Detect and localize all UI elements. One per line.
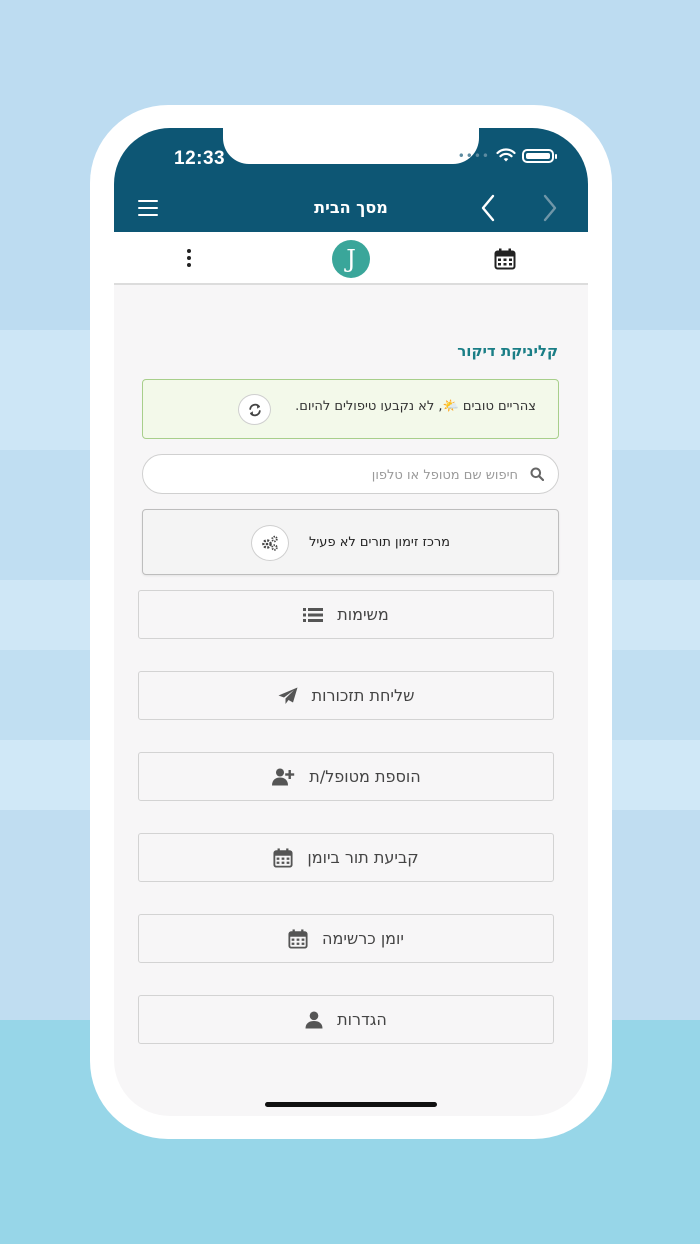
booking-center-label: מרכז זימון תורים לא פעיל — [309, 535, 450, 550]
more-options-icon[interactable] — [187, 249, 192, 270]
signal-icon: •••• — [457, 148, 490, 163]
clinic-name: קליניקת דיקור — [457, 342, 558, 360]
search-bar — [142, 454, 559, 494]
toolbar: J — [114, 232, 588, 285]
calendar-icon — [273, 847, 293, 868]
menu-label: קביעת תור ביומן — [307, 848, 419, 867]
menu-label: הגדרות — [337, 1010, 387, 1029]
refresh-icon — [248, 403, 261, 416]
send-reminders-button[interactable]: שליחת תזכורות — [138, 671, 554, 720]
paper-plane-icon — [278, 687, 298, 705]
status-time: 12:33 — [174, 148, 226, 169]
wifi-icon — [496, 148, 516, 162]
user-icon — [305, 1011, 323, 1029]
home-indicator — [265, 1102, 437, 1107]
menu-label: משימות — [337, 605, 389, 624]
calendar-icon[interactable] — [494, 248, 516, 270]
booking-center-panel: מרכז זימון תורים לא פעיל — [142, 509, 559, 575]
chevron-right-icon[interactable] — [542, 194, 558, 222]
phone-notch — [223, 128, 479, 164]
greeting-alert: צהריים טובים 🌤️, לא נקבעו טיפולים להיום. — [142, 379, 559, 439]
app-screen: 12:33 •••• מסך הבית J קליניקת דיקור צהרי… — [114, 128, 588, 1116]
page-title: מסך הבית — [314, 198, 388, 217]
calendar-list-button[interactable]: יומן כרשימה — [138, 914, 554, 963]
user-plus-icon — [271, 768, 295, 786]
search-input[interactable] — [218, 463, 518, 487]
greeting-text: צהריים טובים 🌤️, לא נקבעו טיפולים להיום. — [295, 399, 536, 414]
menu-label: יומן כרשימה — [322, 929, 404, 948]
status-icons: •••• — [457, 148, 557, 163]
menu-label: שליחת תזכורות — [311, 686, 415, 705]
search-icon — [530, 467, 544, 481]
chevron-left-icon[interactable] — [480, 194, 496, 222]
add-patient-button[interactable]: הוספת מטופל/ת — [138, 752, 554, 801]
settings-button[interactable]: הגדרות — [138, 995, 554, 1044]
refresh-button[interactable] — [238, 394, 271, 425]
list-icon — [303, 607, 324, 623]
cogs-icon — [262, 535, 278, 551]
schedule-appointment-button[interactable]: קביעת תור ביומן — [138, 833, 554, 882]
menu-label: הוספת מטופל/ת — [309, 767, 421, 786]
app-header: 12:33 •••• מסך הבית — [114, 128, 588, 232]
booking-settings-button[interactable] — [251, 525, 289, 561]
tasks-button[interactable]: משימות — [138, 590, 554, 639]
app-logo[interactable]: J — [332, 240, 370, 278]
battery-icon — [522, 148, 557, 163]
calendar-icon — [288, 928, 308, 949]
